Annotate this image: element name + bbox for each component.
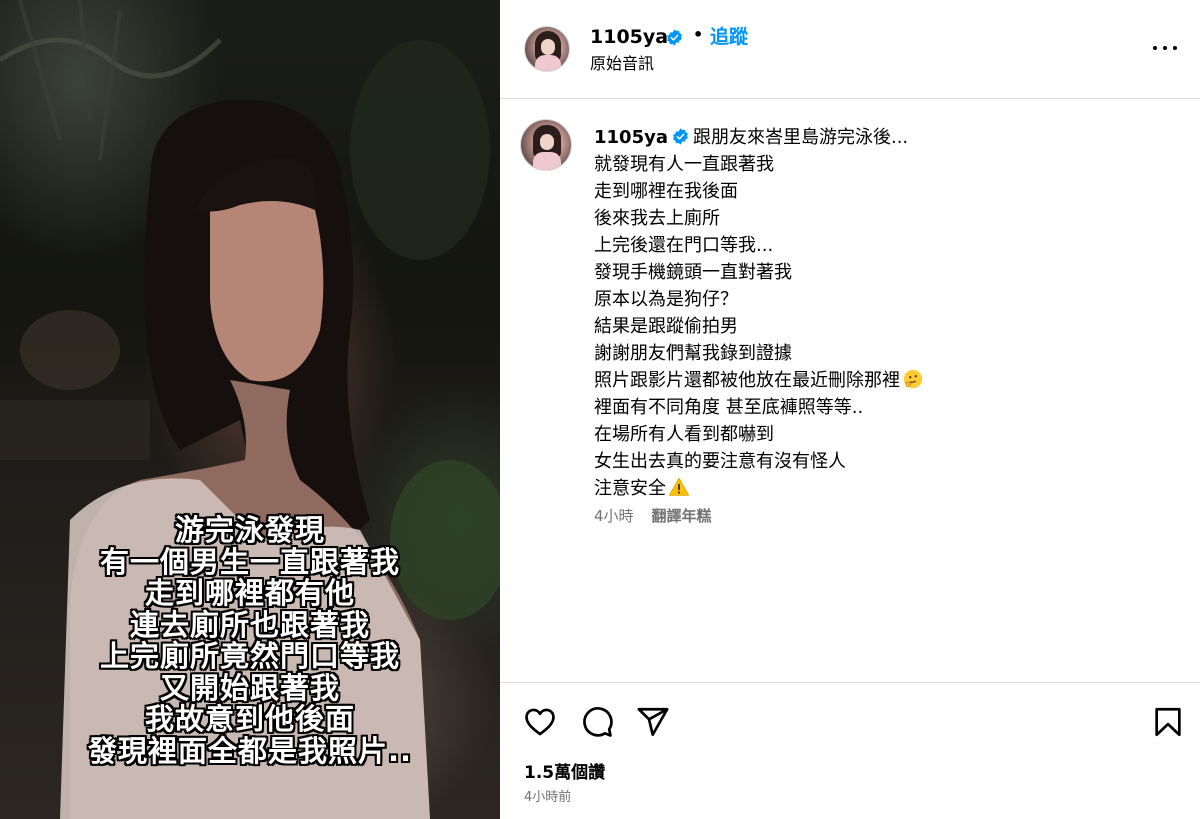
caption-line: 女生出去真的要注意有沒有怪人 — [594, 451, 846, 472]
post-media[interactable]: 游完泳發現 有一個男生一直跟著我 走到哪裡都有他 連去廁所也跟著我 上完廁所竟然… — [0, 0, 500, 819]
follow-button[interactable]: 追蹤 — [710, 24, 748, 50]
overlay-line: 上完廁所竟然門口等我 — [99, 639, 400, 673]
more-options-icon[interactable] — [1152, 38, 1178, 58]
caption-line: 後來我去上廁所 — [594, 208, 720, 229]
bookmark-icon[interactable] — [1151, 705, 1185, 739]
post-panel: 1105ya • 追蹤 原始音訊 1105ya 跟朋友來峇里島游完泳後... 就發… — [500, 0, 1200, 819]
caption-line: 謝謝朋友們幫我錄到證據 — [594, 343, 792, 364]
author-username[interactable]: 1105ya — [590, 24, 668, 50]
comment-icon[interactable] — [580, 705, 614, 739]
caption-text: 跟朋友來峇里島游完泳後... — [692, 127, 909, 148]
video-caption-overlay: 游完泳發現 有一個男生一直跟著我 走到哪裡都有他 連去廁所也跟著我 上完廁所竟然… — [0, 513, 500, 768]
translate-button[interactable]: 翻譯年糕 — [652, 507, 712, 525]
caption-line: 上完後還在門口等我... — [594, 235, 774, 256]
like-count[interactable]: 1.5萬個讚 — [524, 761, 605, 785]
overlay-line: 又開始跟著我 — [159, 670, 340, 705]
caption-username[interactable]: 1105ya — [594, 127, 668, 148]
caption-line: 結果是跟蹤偷拍男 — [594, 316, 738, 337]
heart-icon[interactable] — [523, 705, 557, 739]
verified-badge-icon — [673, 128, 688, 145]
caption-line: 注意安全 — [594, 478, 666, 499]
overlay-line: 走到哪裡都有他 — [144, 576, 355, 610]
caption-first-line: 1105ya 跟朋友來峇里島游完泳後... — [594, 124, 1184, 151]
caption-line: 原本以為是狗仔？ — [594, 289, 738, 310]
caption-line-with-emoji: 注意安全 — [594, 475, 1184, 502]
verified-badge-icon — [667, 29, 682, 46]
post-timestamp[interactable]: 4小時前 — [524, 789, 571, 807]
caption-meta: 4小時 翻譯年糕 — [594, 506, 712, 526]
avatar[interactable] — [524, 26, 570, 72]
audio-link[interactable]: 原始音訊 — [590, 53, 654, 75]
caption-line: 就發現有人一直跟著我 — [594, 154, 774, 175]
post-caption: 1105ya 跟朋友來峇里島游完泳後... 就發現有人一直跟著我 走到哪裡在我後面… — [594, 124, 1184, 502]
overlay-line: 游完泳發現 — [174, 513, 325, 547]
caption-line: 裡面有不同角度 甚至底褲照等等.. — [594, 397, 864, 418]
caption-line: 走到哪裡在我後面 — [594, 181, 738, 202]
caption-area: 1105ya 跟朋友來峇里島游完泳後... 就發現有人一直跟著我 走到哪裡在我後面… — [500, 100, 1200, 682]
caption-line: 照片跟影片還都被他放在最近刪除那裡 — [594, 370, 900, 391]
overlay-line: 連去廁所也跟著我 — [129, 607, 370, 642]
overlay-line: 我故意到他後面 — [144, 702, 355, 736]
caption-time: 4小時 — [594, 507, 634, 525]
overlay-line: 發現裡面全都是我照片.. — [87, 733, 413, 768]
post-actions: 1.5萬個讚 4小時前 — [500, 682, 1200, 819]
separator-dot: • — [693, 25, 704, 44]
warning-emoji-icon — [668, 477, 690, 496]
avatar[interactable] — [520, 119, 572, 171]
thinking-emoji-icon — [903, 369, 923, 389]
caption-line-with-emoji: 照片跟影片還都被他放在最近刪除那裡 — [594, 367, 1184, 394]
caption-line: 發現手機鏡頭一直對著我 — [594, 262, 792, 283]
caption-line: 在場所有人看到都嚇到 — [594, 424, 774, 445]
post-header: 1105ya • 追蹤 原始音訊 — [500, 0, 1200, 99]
overlay-line: 有一個男生一直跟著我 — [99, 544, 400, 579]
share-icon[interactable] — [636, 705, 670, 739]
